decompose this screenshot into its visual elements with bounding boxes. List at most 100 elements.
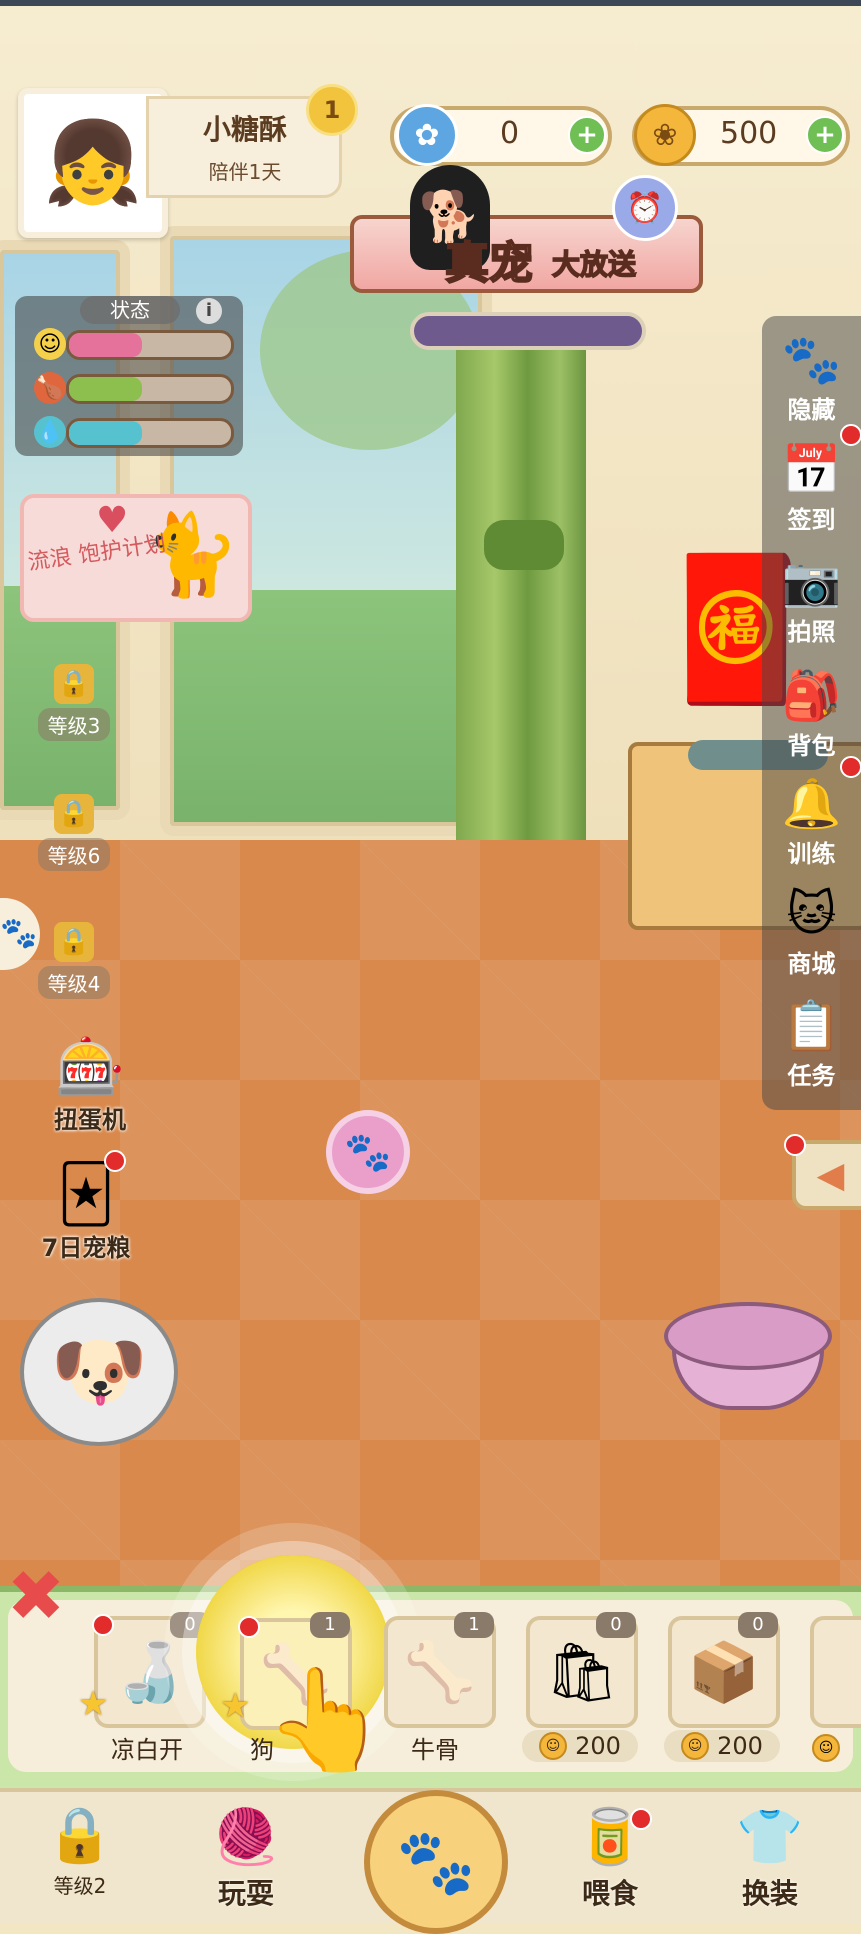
shop-button[interactable]: 🐱 商城	[762, 884, 861, 979]
nav-dress-up[interactable]: 👕 换装	[700, 1802, 840, 1912]
thirst-bar-fill	[69, 421, 142, 445]
hunger-bar-fill	[69, 377, 142, 401]
backpack-button[interactable]: 🎒 背包	[762, 666, 861, 761]
curtain-tie	[484, 520, 564, 570]
hanger-icon: 👕	[736, 1805, 804, 1868]
calendar-check-icon: 📅	[781, 442, 842, 498]
star-icon: ★	[220, 1686, 251, 1726]
seven-day-food-label: 7日宠粮	[41, 1234, 131, 1262]
item-price[interactable]: ☺ 200	[664, 1730, 780, 1762]
banner-progress-bar	[410, 312, 646, 350]
notification-dot	[630, 1808, 652, 1830]
mood-bar-fill	[69, 333, 142, 357]
mood-bar	[66, 330, 234, 360]
locked-label: 等级4	[37, 966, 111, 999]
item-count: 1	[454, 1612, 494, 1638]
water-drop-icon: 💧	[34, 416, 66, 448]
hunger-bar	[66, 374, 234, 404]
coin-value: 500	[720, 116, 778, 151]
hide-ui-button[interactable]: 🐾 隐藏	[762, 330, 861, 425]
nav-locked-level2[interactable]: 🔒 等级2	[10, 1800, 150, 1899]
coin-icon: ☺	[681, 1732, 710, 1760]
bone-icon: 🦴	[403, 1637, 477, 1706]
bell-collar-icon: 🔔	[781, 776, 842, 832]
backpack-icon: 🎒	[781, 668, 842, 724]
lock-icon: 🔒	[46, 1803, 114, 1866]
star-icon: ★	[78, 1684, 109, 1724]
price-value: 200	[575, 1732, 621, 1760]
nav-locked-label: 等级2	[53, 1874, 107, 1898]
photo-button[interactable]: 📷 拍照	[762, 552, 861, 647]
item-count: 1	[310, 1612, 350, 1638]
photo-label: 拍照	[787, 618, 836, 646]
banner-subtitle: 大放送	[551, 247, 637, 282]
notification-dot	[784, 1134, 806, 1156]
notification-dot	[104, 1150, 126, 1172]
dog-portrait-bubble[interactable]: 🐶	[20, 1298, 178, 1446]
mood-face-icon: ☺	[34, 328, 66, 360]
nav-center-paw-button[interactable]: 🐾	[364, 1790, 508, 1934]
notification-dot	[840, 424, 861, 446]
notification-dot	[238, 1616, 260, 1638]
coin-icon: ☺	[812, 1734, 840, 1762]
gem-value: 0	[500, 116, 520, 151]
nav-play-label: 玩耍	[217, 1877, 274, 1910]
lock-icon: 🔒	[54, 664, 94, 704]
nav-dress-label: 换装	[741, 1877, 798, 1910]
status-info-icon[interactable]: i	[196, 298, 222, 324]
tasks-label: 任务	[787, 1062, 836, 1090]
shop-label: 商城	[787, 950, 836, 978]
lock-icon: 🔒	[54, 794, 94, 834]
food-box-icon: 📦	[687, 1637, 761, 1706]
food-can-icon: 🥫	[576, 1805, 644, 1868]
floor-paw-token[interactable]: 🐾	[326, 1110, 410, 1194]
coin-icon: ☺	[539, 1732, 568, 1760]
training-button[interactable]: 🔔 训练	[762, 774, 861, 869]
item-price[interactable]: ☺ 200	[522, 1730, 638, 1762]
paw-icon: 🐾	[396, 1825, 476, 1900]
clock-star-icon: ⏰	[612, 175, 678, 241]
bowl-rim	[664, 1302, 832, 1370]
pet-bowl[interactable]	[664, 1302, 832, 1412]
checkin-button[interactable]: 📅 签到	[762, 440, 861, 535]
locked-feature-level3[interactable]: 🔒 等级3	[14, 664, 134, 741]
item-name: 牛骨	[411, 1736, 459, 1764]
banner-title: 真宠	[444, 237, 534, 290]
close-tray-button[interactable]: ✖	[0, 1560, 72, 1632]
item-count: 0	[738, 1612, 778, 1638]
lock-icon: 🔒	[54, 922, 94, 962]
locked-feature-level6[interactable]: 🔒 等级6	[14, 794, 134, 871]
gacha-machine-button[interactable]: 🎰 扭蛋机	[30, 1036, 150, 1135]
curtain	[456, 330, 586, 910]
tasks-button[interactable]: 📋 任务	[762, 996, 861, 1091]
paw-coin-icon: ❀	[634, 104, 696, 166]
nav-play[interactable]: 🧶 玩耍	[176, 1802, 316, 1912]
locked-label: 等级6	[37, 838, 111, 871]
status-strip	[0, 0, 861, 6]
add-coins-button[interactable]: +	[806, 116, 844, 154]
tutorial-pointer-icon: 👆	[264, 1661, 389, 1778]
food-cards-icon: 🃏	[57, 1162, 115, 1227]
notification-dot	[840, 756, 861, 778]
ball-of-yarn-icon: 🧶	[212, 1805, 280, 1868]
drumstick-icon: 🍗	[34, 372, 66, 404]
water-bottle-icon: 🍶	[113, 1637, 187, 1706]
gacha-icon: 🎰	[55, 1035, 125, 1100]
player-name: 小糖酥	[202, 113, 287, 146]
item-count: 0	[596, 1612, 636, 1638]
nav-feed[interactable]: 🥫 喂食	[540, 1802, 680, 1912]
real-pet-giveaway-banner[interactable]: 🐕 真宠 大放送 ⏰	[350, 165, 703, 295]
hide-label: 隐藏	[787, 396, 836, 424]
shop-cat-icon: 🐱	[786, 886, 837, 942]
paw-gem-icon: ✿	[396, 104, 458, 166]
add-gems-button[interactable]: +	[568, 116, 606, 154]
status-title: 状态	[80, 296, 180, 324]
player-level-badge: 1	[306, 84, 358, 136]
locked-label: 等级3	[37, 708, 111, 741]
gacha-label: 扭蛋机	[54, 1106, 126, 1134]
clipboard-icon: 📋	[781, 998, 842, 1054]
food-item-partial[interactable]	[810, 1616, 861, 1728]
companion-days: 陪伴1天	[208, 160, 282, 184]
nav-feed-label: 喂食	[581, 1877, 638, 1910]
seven-day-food-button[interactable]: 🃏 7日宠粮	[16, 1162, 156, 1263]
